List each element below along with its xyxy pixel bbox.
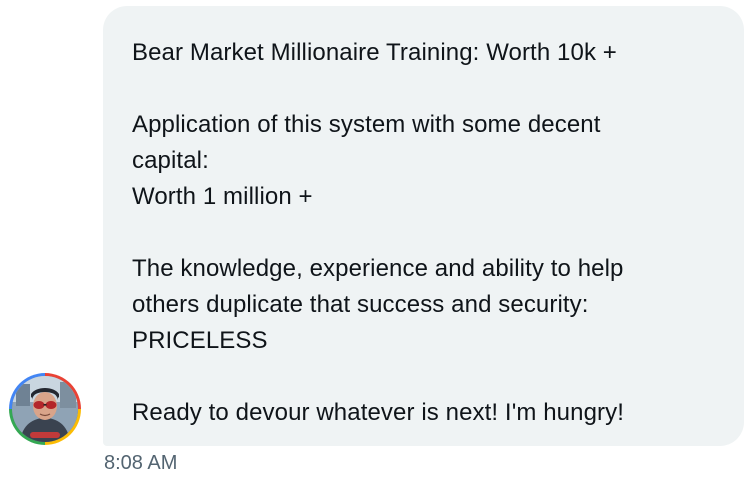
message-bubble[interactable]: Bear Market Millionaire Training: Worth …	[103, 6, 744, 446]
message-paragraph: The knowledge, experience and ability to…	[132, 255, 624, 354]
message-paragraph: Ready to devour whatever is next! I'm hu…	[132, 399, 624, 426]
message-timestamp[interactable]: 8:08 AM	[104, 451, 177, 475]
message-paragraph: Bear Market Millionaire Training: Worth …	[132, 39, 617, 66]
dm-message-row: Bear Market Millionaire Training: Worth …	[0, 0, 744, 484]
avatar-photo-image	[12, 376, 78, 442]
avatar-photo	[12, 376, 78, 442]
message-paragraph: Application of this system with some dec…	[132, 111, 601, 210]
avatar[interactable]	[9, 373, 81, 445]
